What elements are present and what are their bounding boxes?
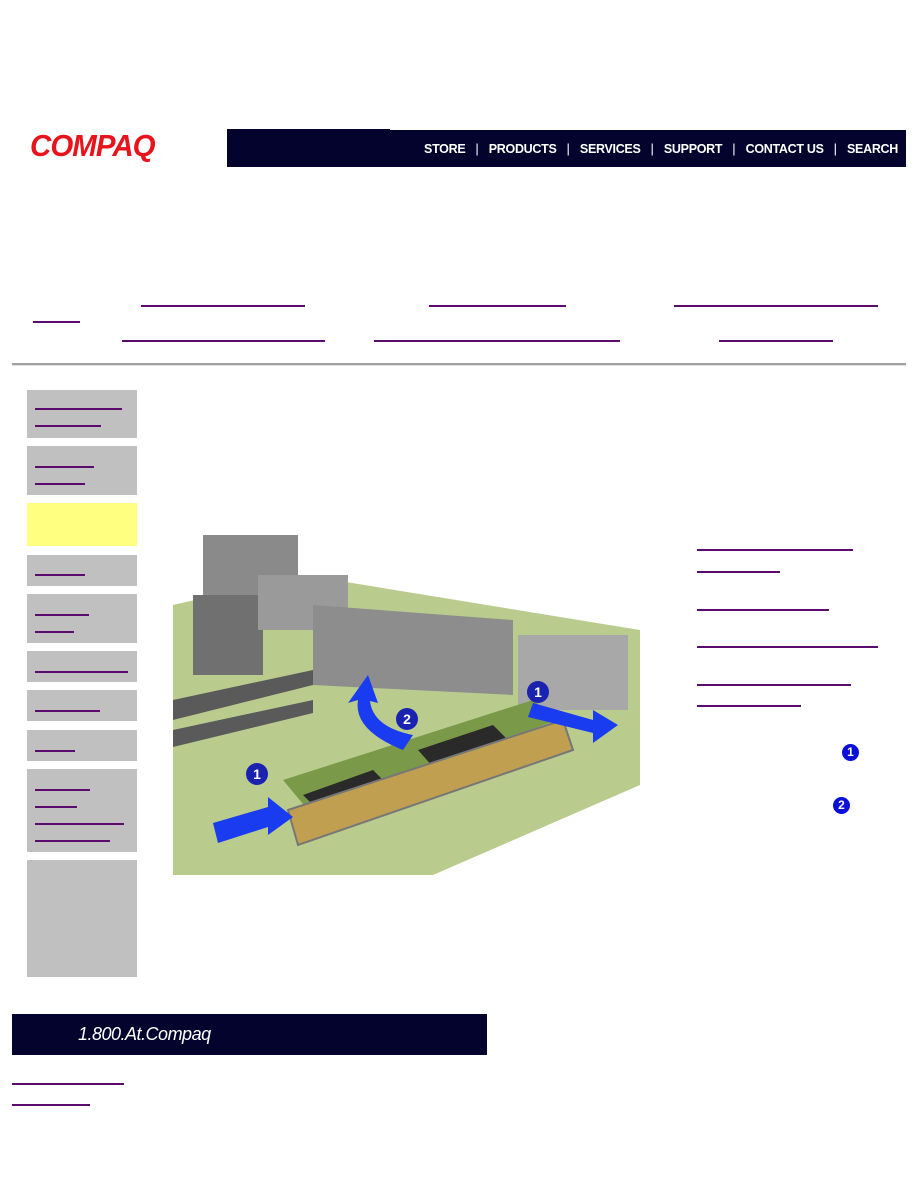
sidebar-item[interactable] [27,446,137,495]
nav-separator: | [650,141,654,156]
sidebar-link[interactable] [35,750,75,752]
connector-block [193,595,263,675]
sidebar-link[interactable] [35,823,124,825]
divider [12,363,906,366]
nav-separator: | [732,141,736,156]
sidebar-link[interactable] [35,710,100,712]
top-link[interactable] [429,305,566,307]
top-link[interactable] [141,305,305,307]
sidebar-item[interactable] [27,594,137,643]
bracket [313,605,513,695]
nav-contact-us[interactable]: CONTACT US [746,142,824,156]
top-link[interactable] [674,305,878,307]
content-link[interactable] [697,646,878,648]
top-link[interactable] [33,321,80,323]
sidebar-link[interactable] [35,671,128,673]
phone-banner-text: 1.800.At.Compaq [78,1024,211,1044]
sidebar-filler [27,860,137,977]
nav-separator: | [475,141,479,156]
top-link[interactable] [719,340,833,342]
memory-module-illustration: 1 1 2 [173,535,640,875]
sidebar-item-active[interactable] [27,503,137,546]
content-link[interactable] [697,705,801,707]
content-link[interactable] [697,609,829,611]
callout-1-icon: 1 [842,744,859,761]
content-link[interactable] [697,549,853,551]
page: COMPAQ STORE | PRODUCTS | SERVICES | SUPPOR… [0,0,918,1188]
sidebar-link[interactable] [35,425,101,427]
content-link[interactable] [697,571,780,573]
nav-search[interactable]: SEARCH [847,142,898,156]
sidebar-item[interactable] [27,390,137,438]
nav-support[interactable]: SUPPORT [664,142,723,156]
sidebar-link[interactable] [35,408,122,410]
callout-2-label: 2 [403,711,411,727]
sidebar-link[interactable] [35,483,85,485]
sidebar-item[interactable] [27,730,137,761]
sidebar-link[interactable] [35,789,90,791]
sidebar-link[interactable] [35,631,74,633]
footer-link[interactable] [12,1104,90,1106]
top-link[interactable] [122,340,325,342]
callout-1-label: 1 [253,766,261,782]
sidebar-link[interactable] [35,466,94,468]
sidebar-link[interactable] [35,840,110,842]
sidebar-item[interactable] [27,690,137,721]
phone-banner: 1.800.At.Compaq [12,1014,487,1055]
sidebar-link[interactable] [35,806,77,808]
sidebar-link[interactable] [35,614,89,616]
top-navbar: STORE | PRODUCTS | SERVICES | SUPPORT | CONT… [227,130,906,167]
top-link[interactable] [374,340,620,342]
nav-store[interactable]: STORE [424,142,466,156]
content-link[interactable] [697,684,851,686]
nav-products[interactable]: PRODUCTS [489,142,557,156]
callout-1-label: 1 [534,684,542,700]
sidebar-link[interactable] [35,574,85,576]
sidebar-item[interactable] [27,651,137,682]
nav-separator: | [566,141,570,156]
footer-link[interactable] [12,1083,124,1085]
compaq-logo[interactable]: COMPAQ [30,128,156,164]
sidebar-item[interactable] [27,555,137,586]
nav-separator: | [833,141,838,156]
callout-2-icon: 2 [833,797,850,814]
nav-services[interactable]: SERVICES [580,142,641,156]
